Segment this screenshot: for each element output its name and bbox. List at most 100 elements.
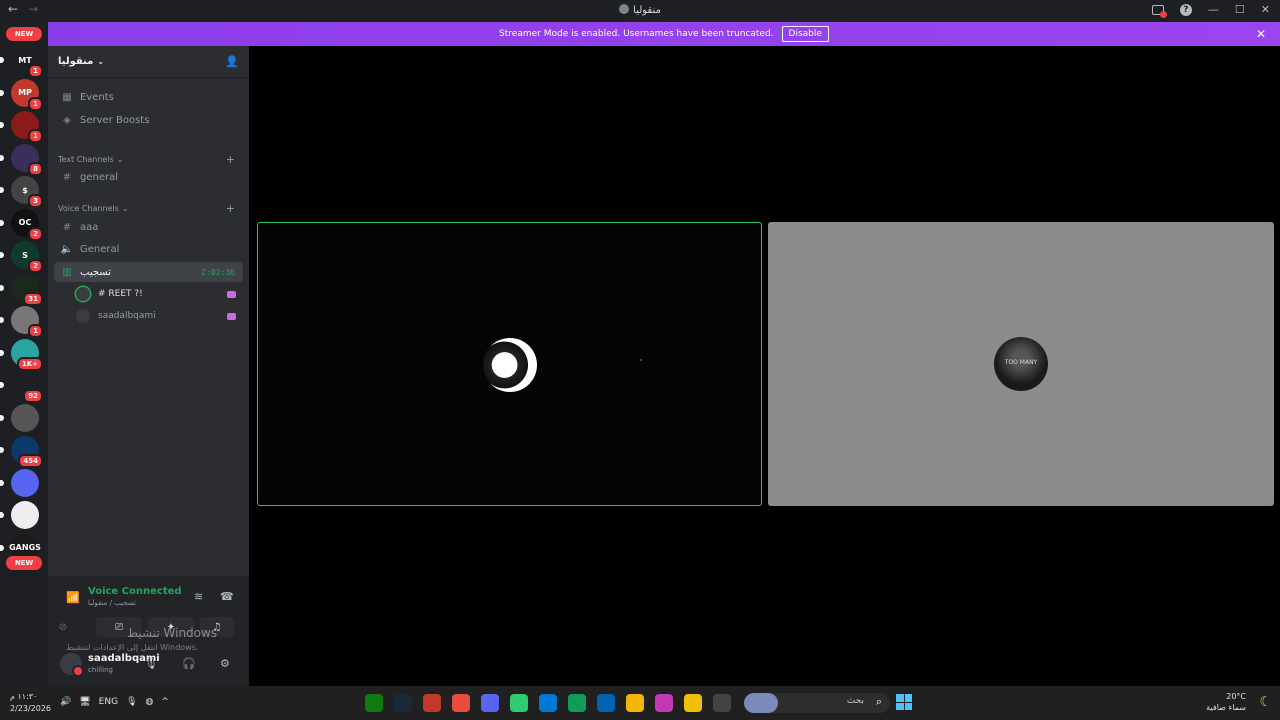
taskbar-app-icon[interactable] [510, 694, 528, 712]
unread-indicator [0, 544, 4, 551]
server-icon[interactable] [11, 403, 39, 432]
date: 2/23/2026 [10, 704, 52, 713]
server-rail: NEW MT 1 MP 1 1 8 $3 OC 2 S 2 31 1 1K+ 92 454 GANGS NEW [0, 22, 48, 686]
language-indicator[interactable]: ENG [99, 697, 118, 707]
windows-start-icon[interactable] [896, 694, 912, 710]
server-icon[interactable]: 1K+ [11, 338, 43, 371]
minimize-button[interactable]: — [1208, 3, 1219, 16]
channel-label: general [80, 171, 119, 183]
channel-active-voice[interactable]: ▥ تسجيب 2:02:36 [54, 262, 243, 282]
window-title: منقوليا [0, 4, 1280, 16]
server-icon[interactable]: 454 [11, 436, 43, 468]
disconnect-icon[interactable]: ☎ [220, 590, 234, 603]
back-arrow-icon[interactable]: ← [8, 2, 18, 16]
maximize-button[interactable]: ☐ [1235, 3, 1245, 16]
channel-general-voice[interactable]: 🔈 General [54, 239, 243, 259]
server-icon[interactable]: 1 [11, 306, 43, 338]
gear-icon[interactable]: ⚙ [220, 657, 230, 670]
taskbar-app-icon[interactable] [423, 694, 441, 712]
new-pill-bottom[interactable]: NEW [6, 556, 42, 570]
server-boosts-label: Server Boosts [80, 114, 150, 126]
voice-user-name: # REET ?! [98, 289, 143, 299]
time: ١١:٣٠ م [10, 692, 38, 701]
clock[interactable]: ١١:٣٠ م 2/23/2026 [10, 691, 51, 715]
events-item[interactable]: ▦ Events [54, 87, 243, 107]
activation-watermark-hint: انتقل إلى الإعدادات لتنشيط Windows. [66, 643, 199, 652]
participant-avatar [483, 338, 537, 392]
disable-button[interactable]: Disable [781, 26, 829, 42]
taskbar-app-icon[interactable] [597, 694, 615, 712]
search-icon: ⌕ [875, 695, 882, 708]
voice-status-title[interactable]: Voice Connected [88, 586, 182, 597]
mention-badge: 31 [23, 291, 43, 306]
noise-suppression-icon[interactable]: ≋ [194, 590, 203, 603]
server-header[interactable]: منقوليا ⌄ 👤 [48, 46, 249, 78]
mention-badge: 1 [28, 129, 43, 143]
mention-badge: 3 [28, 194, 43, 208]
voice-stage: TOO MANY [249, 46, 1280, 686]
tray-app-icon[interactable]: ◍ [146, 697, 154, 707]
help-icon[interactable]: ? [1179, 3, 1192, 16]
taskbar-app-icon[interactable] [452, 694, 470, 712]
voice-user-name: saadalbqami [98, 311, 156, 321]
new-pill-top[interactable]: NEW [6, 27, 42, 41]
taskbar-app-icon[interactable] [539, 694, 557, 712]
taskbar-app-icon[interactable] [713, 694, 731, 712]
participant-tile-speaking[interactable] [257, 222, 762, 506]
server-icon[interactable]: 8 [11, 143, 43, 176]
taskbar-app-icon[interactable] [568, 694, 586, 712]
camera-button[interactable]: ⊘ [40, 617, 86, 637]
title-bar: ← → منقوليا ? — ☐ ✕ [0, 0, 1280, 22]
server-icon[interactable]: 92 [11, 371, 43, 403]
taskbar-app-icon[interactable] [365, 694, 383, 712]
streaming-icon [227, 312, 236, 320]
avatar[interactable] [60, 653, 84, 677]
pinned-apps [365, 694, 731, 712]
microphone-icon[interactable]: 🎙 [126, 697, 137, 707]
user-status: chilling [88, 666, 113, 674]
taskbar-app-icon[interactable] [684, 694, 702, 712]
voice-user[interactable]: # REET ?! [76, 284, 240, 304]
taskbar-app-icon[interactable] [655, 694, 673, 712]
weather-widget[interactable]: 20°C سماء صافية [1206, 691, 1246, 713]
mention-badge: 92 [23, 389, 43, 403]
network-icon[interactable]: 🖥 [79, 697, 90, 707]
channel-aaa[interactable]: # aaa [54, 217, 243, 237]
forward-arrow-icon[interactable]: → [28, 2, 38, 16]
server-icon[interactable] [11, 501, 39, 529]
close-icon[interactable]: ✕ [1256, 27, 1266, 41]
add-channel-icon[interactable]: + [226, 202, 235, 215]
moon-icon: ☾ [1259, 694, 1272, 710]
inbox-icon[interactable] [1151, 4, 1167, 18]
participant-tile[interactable]: TOO MANY [768, 222, 1274, 506]
server-icon[interactable]: MP 1 [11, 78, 43, 111]
server-icon[interactable]: $3 [11, 176, 43, 208]
server-icon[interactable]: MT 1 [11, 46, 43, 78]
server-icon[interactable]: OC 2 [11, 208, 43, 241]
taskbar-app-icon[interactable] [481, 694, 499, 712]
add-channel-icon[interactable]: + [226, 153, 235, 166]
invite-people-icon[interactable]: 👤 [225, 55, 239, 68]
voice-user[interactable]: saadalbqami [76, 306, 240, 326]
server-boosts-item[interactable]: ◈ Server Boosts [54, 110, 243, 130]
search-box[interactable]: بحث ⌕ [744, 693, 890, 713]
taskbar-app-icon[interactable] [394, 694, 412, 712]
server-icon[interactable] [11, 468, 39, 497]
events-label: Events [80, 91, 114, 103]
headphones-icon[interactable]: 🎧 [182, 657, 196, 670]
taskbar-app-icon[interactable] [626, 694, 644, 712]
server-icon[interactable]: S2 [11, 241, 43, 273]
signal-icon[interactable]: 📶 [66, 591, 80, 604]
mention-badge: 1 [28, 324, 43, 338]
close-window-button[interactable]: ✕ [1261, 3, 1270, 16]
server-icon[interactable]: 31 [11, 273, 43, 306]
voice-channels-category[interactable]: Voice Channels ⌄ + [54, 201, 243, 215]
participant-avatar: TOO MANY [994, 337, 1048, 391]
microphone-icon[interactable]: 🎙 [144, 657, 158, 670]
unread-indicator [0, 349, 4, 356]
volume-icon[interactable]: 🔊 [60, 697, 71, 707]
server-icon[interactable]: 1 [11, 111, 43, 143]
text-channels-category[interactable]: Text Channels ⌄ + [54, 152, 243, 166]
chevron-up-icon[interactable]: ^ [161, 697, 169, 707]
channel-general-text[interactable]: # general [54, 167, 243, 187]
